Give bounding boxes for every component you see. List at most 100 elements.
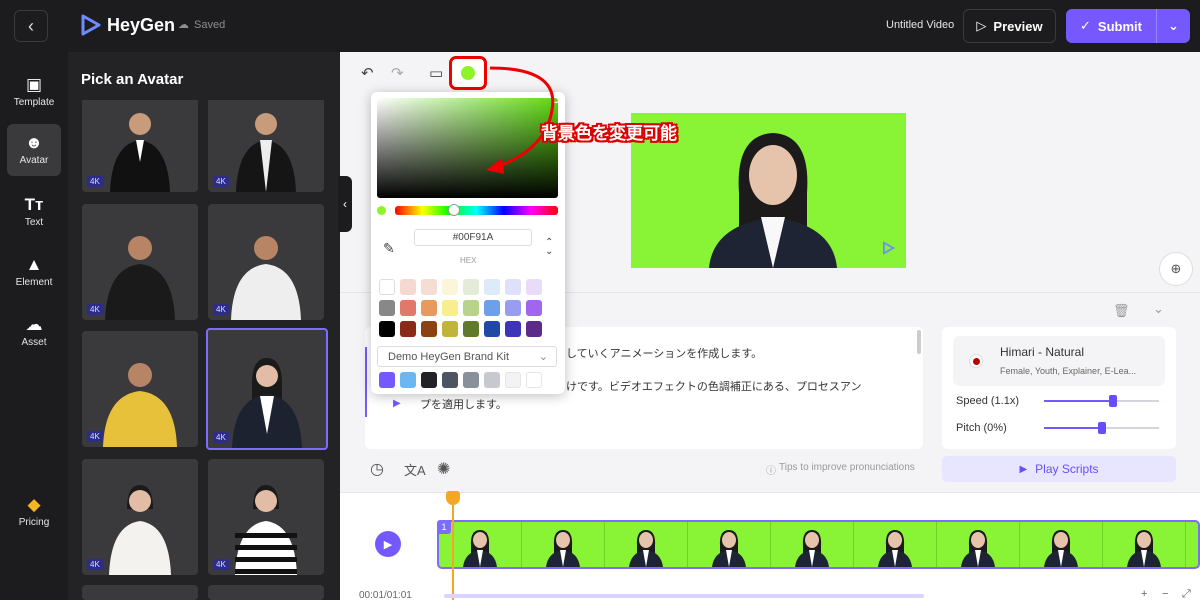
brand-color-swatch[interactable] — [442, 372, 458, 388]
script-text-line[interactable]: けです。ビデオエフェクトの色調補正にある、プロセスアン — [566, 378, 861, 394]
monitor-icon[interactable]: ▭ — [429, 64, 443, 82]
avatar-card[interactable]: 4K — [208, 204, 324, 320]
avatar-card[interactable] — [82, 585, 198, 600]
playhead[interactable] — [452, 496, 454, 600]
saved-label: Saved — [194, 18, 226, 31]
pitch-slider[interactable] — [1044, 421, 1159, 435]
playhead-handle[interactable] — [446, 491, 460, 505]
chevron-down-icon[interactable]: ⌄ — [1153, 301, 1164, 317]
pitch-slider-knob[interactable] — [1097, 422, 1106, 434]
color-swatch[interactable] — [484, 300, 500, 316]
color-swatch[interactable] — [442, 300, 458, 316]
brand-color-swatch[interactable] — [526, 372, 542, 388]
avatar-card-selected[interactable]: 4K — [206, 328, 328, 450]
nav-pricing[interactable]: ◆ Pricing — [7, 486, 61, 538]
speed-label: Speed (1.1x) — [956, 395, 1019, 407]
color-swatch[interactable] — [379, 321, 395, 337]
redo-icon[interactable]: ↷ — [391, 64, 404, 82]
timeline-play-button[interactable]: ▶ — [375, 531, 401, 557]
avatar-card[interactable]: 4K — [208, 459, 324, 575]
speed-slider-knob[interactable] — [1109, 395, 1117, 407]
hue-slider-knob[interactable] — [448, 204, 460, 216]
speed-slider[interactable] — [1044, 394, 1159, 408]
zoom-button[interactable]: ⊕ — [1159, 252, 1193, 286]
color-swatch[interactable] — [505, 279, 521, 295]
nav-text[interactable]: Tт Text — [7, 186, 61, 238]
color-swatch[interactable] — [442, 321, 458, 337]
brand-color-swatch[interactable] — [463, 372, 479, 388]
nav-element[interactable]: ▲ Element — [7, 246, 61, 298]
eyedropper-icon[interactable]: ✎ — [383, 240, 395, 257]
scrollbar[interactable] — [917, 330, 921, 354]
chevron-down-icon[interactable]: ⌄ — [1157, 18, 1190, 34]
avatar-card[interactable]: 4K — [82, 331, 198, 447]
nav-label: Avatar — [19, 155, 49, 166]
color-swatch[interactable] — [484, 279, 500, 295]
color-swatch[interactable] — [421, 300, 437, 316]
brand-color-swatch[interactable] — [505, 372, 521, 388]
nav-asset[interactable]: ☁ Asset — [7, 306, 61, 358]
color-swatch[interactable] — [400, 300, 416, 316]
color-swatch[interactable] — [463, 279, 479, 295]
color-swatch[interactable] — [463, 321, 479, 337]
brand-kit-select[interactable]: Demo HeyGen Brand Kit ⌄ — [377, 346, 557, 367]
play-line-icon[interactable]: ▶ — [393, 398, 401, 409]
color-swatch[interactable] — [400, 279, 416, 295]
nav-label: Template — [13, 97, 55, 108]
voice-selector[interactable] — [953, 336, 1165, 386]
color-swatch[interactable] — [484, 321, 500, 337]
openai-icon[interactable]: ✺ — [437, 459, 450, 479]
undo-icon[interactable]: ↶ — [361, 64, 374, 82]
avatar-card[interactable]: 4K — [82, 459, 198, 575]
brand-color-swatch[interactable] — [421, 372, 437, 388]
color-swatch[interactable] — [400, 321, 416, 337]
fit-icon[interactable]: ⤢ — [1182, 588, 1191, 601]
color-swatch[interactable] — [526, 321, 542, 337]
avatar-card[interactable]: 4K — [82, 204, 198, 320]
collapse-panel-button[interactable]: ‹ — [338, 176, 352, 232]
zoom-out-icon[interactable]: − — [1162, 588, 1168, 600]
nav-label: Text — [24, 217, 44, 228]
nav-label: Pricing — [18, 517, 50, 528]
avatar-card[interactable] — [208, 585, 324, 600]
back-button[interactable]: ‹ — [14, 10, 48, 42]
color-swatch[interactable] — [526, 300, 542, 316]
nav-template[interactable]: ▣ Template — [7, 66, 61, 118]
color-swatch[interactable] — [505, 300, 521, 316]
chevron-down-icon: ⌄ — [538, 351, 548, 363]
color-swatch[interactable] — [379, 300, 395, 316]
preview-button[interactable]: ▷ Preview — [963, 9, 1056, 43]
script-text-line[interactable]: していくアニメーションを作成します。 — [566, 345, 762, 361]
trash-icon[interactable]: 🗑 — [1113, 303, 1130, 319]
color-swatch[interactable] — [421, 279, 437, 295]
tips-link[interactable]: ⓘ Tips to improve pronunciations — [766, 462, 915, 477]
timeline-scrollbar[interactable] — [444, 594, 924, 598]
color-swatch[interactable] — [442, 279, 458, 295]
resolution-badge: 4K — [213, 304, 229, 315]
submit-button[interactable]: ✓ Submit ⌄ — [1066, 9, 1190, 43]
translate-icon[interactable]: 文A — [404, 460, 426, 479]
color-swatch[interactable] — [379, 279, 395, 295]
chevron-left-icon: ‹ — [28, 15, 34, 36]
hue-slider[interactable] — [395, 206, 558, 215]
color-swatch[interactable] — [505, 321, 521, 337]
nav-avatar[interactable]: ☻ Avatar — [7, 124, 61, 176]
resolution-badge: 4K — [87, 176, 103, 187]
brand-color-swatch[interactable] — [484, 372, 500, 388]
hex-input[interactable]: #00F91A — [414, 229, 532, 246]
color-swatch[interactable] — [463, 300, 479, 316]
brand-kit-label: Demo HeyGen Brand Kit — [388, 350, 510, 363]
script-text-line[interactable]: プを適用します。 — [420, 396, 507, 412]
brand-color-swatch[interactable] — [400, 372, 416, 388]
color-swatch[interactable] — [526, 279, 542, 295]
color-swatch[interactable] — [421, 321, 437, 337]
play-scripts-button[interactable]: ▶ Play Scripts — [942, 456, 1176, 482]
zoom-in-icon: ⊕ — [1170, 261, 1182, 276]
format-toggle-icon[interactable]: ⌃ ⌄ — [545, 238, 553, 257]
video-title[interactable]: Untitled Video — [886, 19, 954, 31]
brand-color-swatch[interactable] — [379, 372, 395, 388]
scene-clip[interactable] — [437, 520, 1200, 569]
clock-icon[interactable]: ◷ — [370, 459, 384, 479]
timecode: 00:01/01:01 — [359, 590, 412, 601]
zoom-in-icon[interactable]: + — [1141, 588, 1147, 600]
